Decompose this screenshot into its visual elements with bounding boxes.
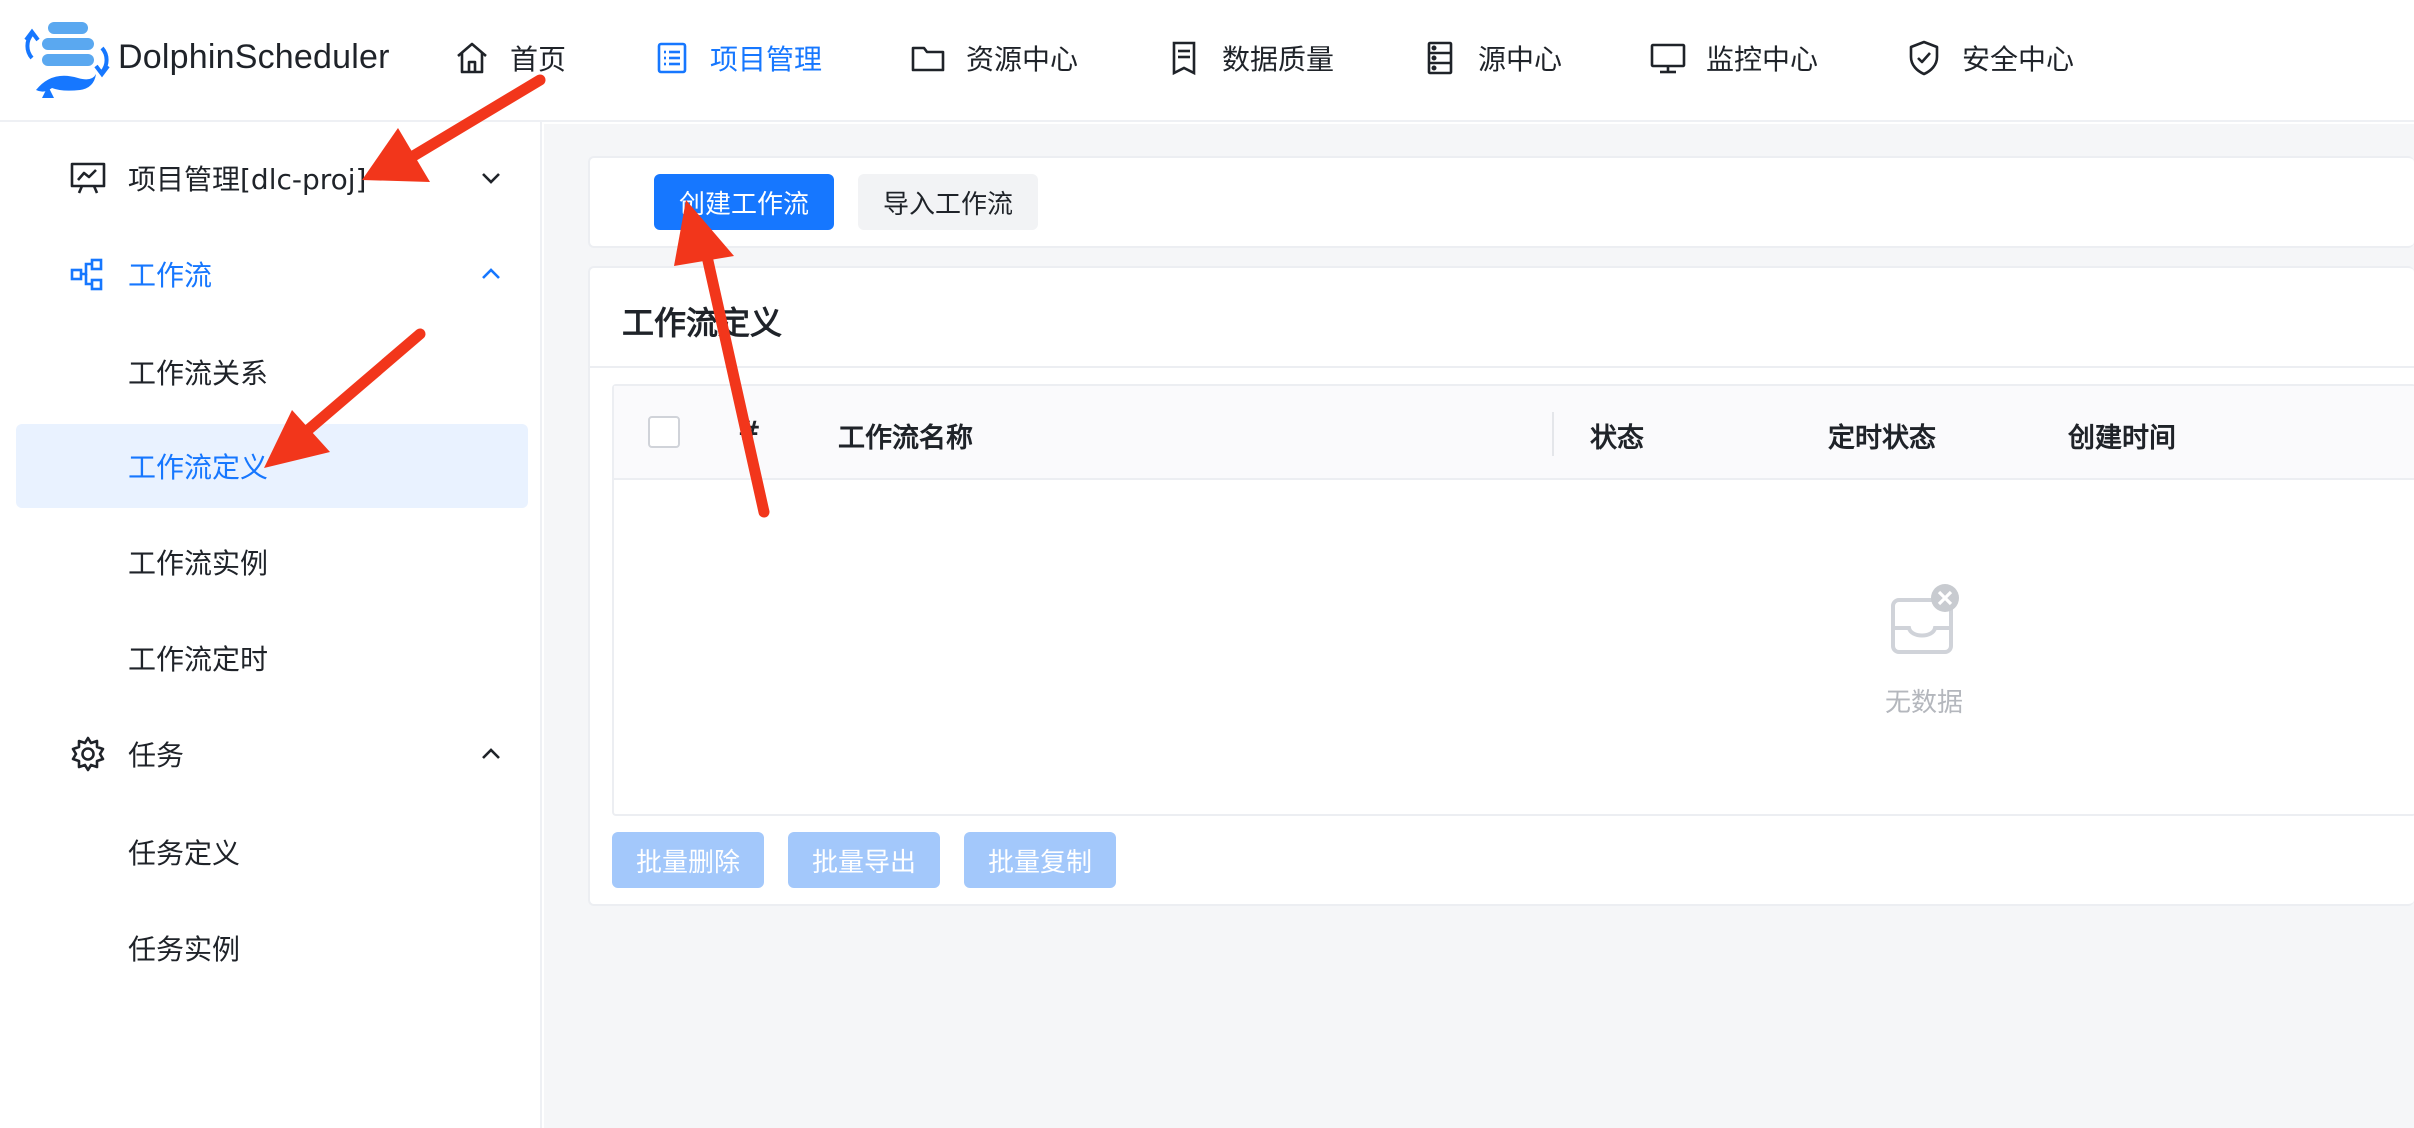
sidebar-item-label: 工作流定时 xyxy=(128,643,269,676)
table-header: # 工作流名称 状态 定时状态 创建时间 xyxy=(614,386,2414,480)
empty-inbox-icon xyxy=(1891,584,1959,654)
nav-security-center-label: 安全中心 xyxy=(1962,43,2075,76)
nav-data-quality-label: 数据质量 xyxy=(1222,43,1335,76)
dolphinscheduler-logo-icon[interactable] xyxy=(22,18,114,102)
sidebar-item-label: 工作流定义 xyxy=(128,451,269,484)
sidebar: 项目管理[dlc-proj] 工作流 工作流关系 工作流定义 工作流实例 工作流… xyxy=(0,122,542,1128)
sidebar-item-label: 任务实例 xyxy=(128,933,241,966)
workflow-icon xyxy=(70,258,103,291)
main-content: 创建工作流 导入工作流 工作流定义 # 工作流名称 状态 定时状态 创建时间 无… xyxy=(544,124,2414,1128)
create-workflow-button[interactable]: 创建工作流 xyxy=(654,174,834,230)
batch-delete-button[interactable]: 批量删除 xyxy=(612,832,764,888)
column-resize-handle[interactable] xyxy=(1552,412,1554,456)
datasource-icon xyxy=(1427,41,1453,75)
nav-resource-center-label: 资源中心 xyxy=(966,43,1079,76)
sidebar-group-workflow-label: 工作流 xyxy=(128,259,213,292)
nav-monitor-center[interactable]: 监控中心 xyxy=(1648,30,1818,86)
sidebar-group-project[interactable]: 项目管理[dlc-proj] xyxy=(0,138,542,218)
nav-security-center[interactable]: 安全中心 xyxy=(1904,30,2074,86)
home-icon xyxy=(457,42,487,74)
project-list-icon xyxy=(657,42,687,74)
empty-text: 无数据 xyxy=(1884,688,1963,718)
nav-project-management[interactable]: 项目管理 xyxy=(652,30,822,86)
nav-project-management-label: 项目管理 xyxy=(710,43,823,76)
sidebar-item-label: 工作流实例 xyxy=(128,547,269,580)
workflow-toolbar: 创建工作流 导入工作流 xyxy=(588,156,2414,248)
card-title: 工作流定义 xyxy=(622,304,783,342)
gear-icon xyxy=(71,736,105,772)
sidebar-group-project-label: 项目管理[dlc-proj] xyxy=(128,163,367,196)
sidebar-item-workflow-relation[interactable]: 工作流关系 xyxy=(16,330,528,414)
batch-copy-button[interactable]: 批量复制 xyxy=(964,832,1116,888)
card-divider xyxy=(590,366,2414,368)
app-window: DolphinScheduler 首页 项目管理 资源中心 数据质量 源中心 监… xyxy=(0,0,2414,1128)
shield-icon xyxy=(1909,40,1939,76)
workflow-table: # 工作流名称 状态 定时状态 创建时间 无数据 xyxy=(612,384,2414,816)
column-header-status[interactable]: 状态 xyxy=(1590,416,1644,455)
chevron-up-icon[interactable] xyxy=(478,741,504,767)
nav-datasource-center[interactable]: 源中心 xyxy=(1420,30,1562,86)
sidebar-group-workflow[interactable]: 工作流 xyxy=(0,234,542,314)
app-brand-name: DolphinScheduler xyxy=(118,38,390,76)
sidebar-item-label: 工作流关系 xyxy=(128,357,269,390)
top-navigation-bar: DolphinScheduler 首页 项目管理 资源中心 数据质量 源中心 监… xyxy=(0,0,2414,122)
column-header-workflow-name[interactable]: 工作流名称 xyxy=(838,416,973,455)
column-header-index: # xyxy=(738,416,761,447)
batch-export-button[interactable]: 批量导出 xyxy=(788,832,940,888)
folder-icon xyxy=(911,46,945,72)
chevron-up-icon[interactable] xyxy=(478,261,504,287)
nav-monitor-center-label: 监控中心 xyxy=(1706,43,1819,76)
nav-data-quality[interactable]: 数据质量 xyxy=(1164,30,1334,86)
empty-state: 无数据 xyxy=(1864,582,1984,719)
workflow-definition-card: 工作流定义 # 工作流名称 状态 定时状态 创建时间 无数据 批量删除 批量导出… xyxy=(588,266,2414,906)
import-workflow-button[interactable]: 导入工作流 xyxy=(858,174,1038,230)
chevron-down-icon[interactable] xyxy=(478,165,504,191)
sidebar-group-task[interactable]: 任务 xyxy=(0,714,542,794)
select-all-checkbox[interactable] xyxy=(648,416,680,448)
sidebar-item-task-instance[interactable]: 任务实例 xyxy=(16,906,528,990)
nav-home[interactable]: 首页 xyxy=(452,30,566,86)
nav-home-label: 首页 xyxy=(510,43,567,76)
sidebar-item-workflow-timing[interactable]: 工作流定时 xyxy=(16,616,528,700)
sidebar-item-task-definition[interactable]: 任务定义 xyxy=(16,810,528,894)
column-header-schedule-status[interactable]: 定时状态 xyxy=(1828,416,1936,455)
nav-resource-center[interactable]: 资源中心 xyxy=(908,30,1078,86)
sidebar-group-task-label: 任务 xyxy=(128,739,185,772)
sidebar-item-workflow-definition[interactable]: 工作流定义 xyxy=(16,424,528,508)
nav-datasource-center-label: 源中心 xyxy=(1478,43,1563,76)
monitor-icon xyxy=(1650,43,1686,74)
presentation-icon xyxy=(70,162,106,194)
sidebar-item-label: 任务定义 xyxy=(128,837,241,870)
column-header-create-time[interactable]: 创建时间 xyxy=(2068,416,2176,455)
sidebar-item-workflow-instance[interactable]: 工作流实例 xyxy=(16,520,528,604)
data-quality-icon xyxy=(1172,41,1196,76)
